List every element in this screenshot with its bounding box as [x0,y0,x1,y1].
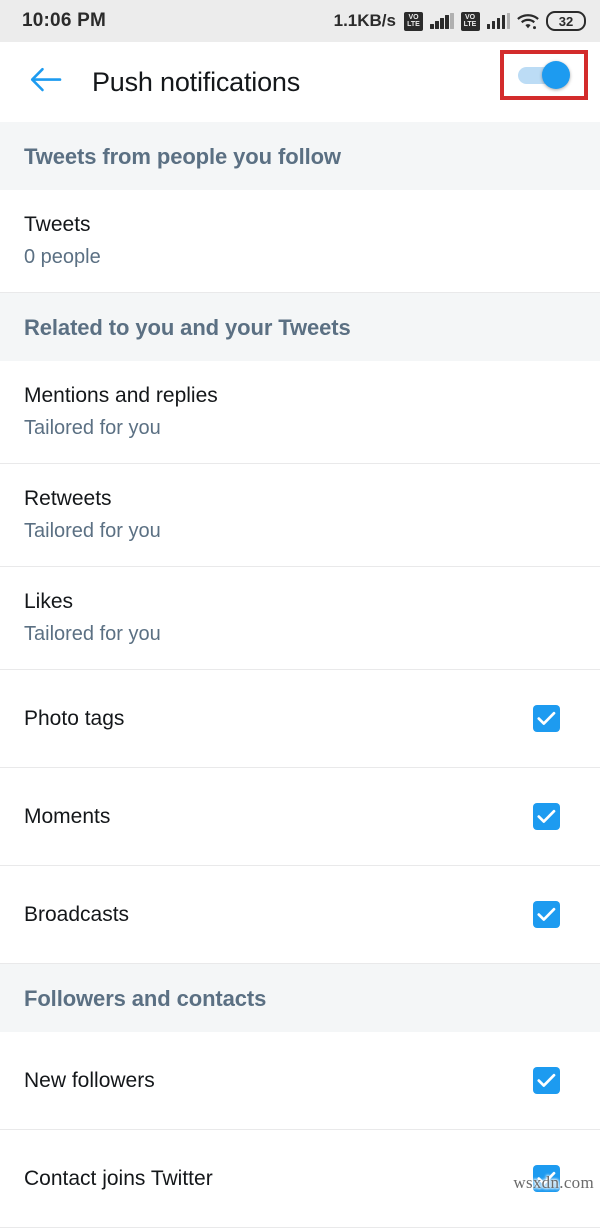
signal-bars-icon [430,13,454,29]
list-item-title: Photo tags [24,706,125,730]
page-title: Push notifications [92,66,301,97]
section-followers-and-contacts: Followers and contacts New followers Con… [0,964,600,1228]
list-item-subtitle: Tailored for you [24,623,161,645]
list-item-broadcasts[interactable]: Broadcasts [0,866,600,964]
battery-level-label: 32 [558,13,574,29]
status-bar-icons: 1.1KB/s VO LTE VO LTE 32 [334,11,586,31]
battery-icon: 32 [546,11,586,31]
volte-icon: VO LTE [404,11,423,31]
checkbox-checked-icon[interactable] [533,1165,560,1192]
list-item-title: Mentions and replies [24,384,218,407]
list-item-title: Retweets [24,487,112,510]
section-related-to-you-and-your-tweets: Related to you and your Tweets Mentions … [0,293,600,964]
section-header: Related to you and your Tweets [0,293,600,361]
list-item-title: Moments [24,804,111,828]
list-item-title: Broadcasts [24,902,130,926]
volte-icon-bottom-label: LTE [463,21,477,28]
push-notifications-toggle[interactable] [518,61,570,89]
volte-icon-top-label: VO [408,14,419,21]
section-header: Tweets from people you follow [0,122,600,190]
checkbox-checked-icon[interactable] [533,1067,560,1094]
row-texts: Likes Tailored for you [24,590,161,646]
list-item-subtitle: Tailored for you [24,520,161,542]
section-header: Followers and contacts [0,964,600,1032]
arrow-left-icon [29,67,63,98]
network-speed-label: 1.1KB/s [333,11,396,30]
row-texts: Tweets 0 people [24,213,101,269]
toggle-thumb [542,61,570,89]
list-item-contact-joins-twitter[interactable]: Contact joins Twitter [0,1130,600,1228]
signal-bars-icon [486,13,510,29]
list-item-subtitle: 0 people [24,246,101,268]
row-texts: Mentions and replies Tailored for you [24,384,218,440]
checkbox-checked-icon[interactable] [533,803,560,830]
list-item-title: Likes [24,590,74,613]
list-item-moments[interactable]: Moments [0,768,600,866]
push-notifications-toggle-highlight [500,50,588,100]
back-button[interactable] [24,60,68,104]
list-item-likes[interactable]: Likes Tailored for you [0,567,600,670]
volte-icon: VO LTE [460,11,480,31]
list-item-subtitle: Tailored for you [24,417,161,439]
volte-icon-top-label: VO [464,14,476,21]
list-item-photo-tags[interactable]: Photo tags [0,670,600,768]
checkbox-checked-icon[interactable] [533,901,560,928]
status-bar-clock: 10:06 PM [22,10,106,31]
list-item-retweets[interactable]: Retweets Tailored for you [0,464,600,567]
list-item-title: Contact joins Twitter [24,1166,213,1190]
list-item-title: New followers [24,1068,155,1092]
wifi-icon [517,13,539,30]
list-item-mentions-and-replies[interactable]: Mentions and replies Tailored for you [0,361,600,464]
checkbox-checked-icon[interactable] [533,705,560,732]
app-bar: Push notifications [0,42,600,122]
status-bar: 10:06 PM 1.1KB/s VO LTE VO LTE 32 [0,0,600,42]
section-tweets-from-people-you-follow: Tweets from people you follow Tweets 0 p… [0,122,600,293]
list-item-tweets[interactable]: Tweets 0 people [0,190,600,293]
row-texts: Retweets Tailored for you [24,487,161,543]
list-item-new-followers[interactable]: New followers [0,1032,600,1130]
list-item-title: Tweets [24,213,91,236]
volte-icon-bottom-label: LTE [407,21,420,28]
